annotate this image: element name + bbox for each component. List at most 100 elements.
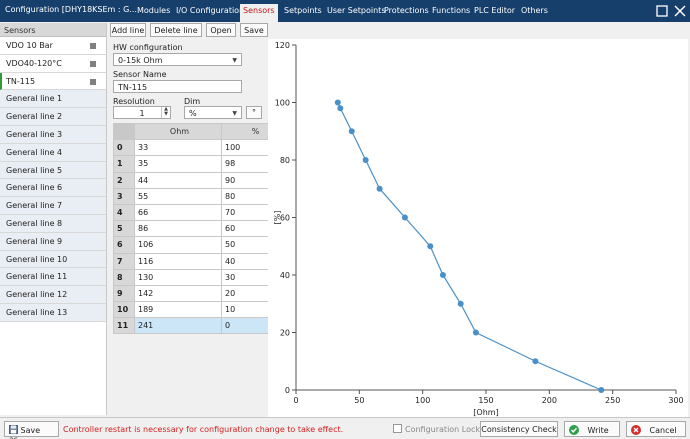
row-index: 5 xyxy=(113,220,135,238)
row-index: 11 xyxy=(113,317,135,335)
sidebar-item-general-line-5[interactable]: General line 5 xyxy=(0,161,106,180)
sidebar-item-general-line-10[interactable]: General line 10 xyxy=(0,250,106,269)
ohm-cell[interactable]: 33 xyxy=(134,139,222,157)
sidebar-item-general-line-12[interactable]: General line 12 xyxy=(0,286,106,304)
row-index: 2 xyxy=(113,171,135,189)
data-point xyxy=(348,128,355,135)
data-point xyxy=(427,243,434,250)
title-bar: Configuration [DHY18KSEm : G... Modules … xyxy=(0,0,690,22)
ohm-cell[interactable]: 55 xyxy=(134,187,222,205)
open-button[interactable]: Open xyxy=(206,23,236,37)
table-row[interactable]: 11 241 0 xyxy=(113,317,287,335)
y-tick-label: 0 xyxy=(285,386,290,395)
spin-arrows-icon[interactable]: ▲ ▼ xyxy=(161,107,170,118)
sidebar-item-general-line-11[interactable]: General line 11 xyxy=(0,268,106,287)
tab-protections[interactable]: Protections xyxy=(384,6,429,15)
sidebar-item-label: General line 10 xyxy=(6,254,68,264)
sidebar-item-general-line-1[interactable]: General line 1 xyxy=(0,90,106,109)
sidebar-item-general-line-9[interactable]: General line 9 xyxy=(0,232,106,251)
write-label: Write xyxy=(587,426,609,435)
ohm-cell[interactable]: 44 xyxy=(134,171,222,189)
ohm-cell[interactable]: 66 xyxy=(134,203,222,222)
table-row[interactable]: 2 44 90 xyxy=(113,171,287,189)
table-row[interactable]: 10 189 10 xyxy=(113,301,287,319)
degree-button[interactable]: ° xyxy=(246,106,262,119)
cancel-button[interactable]: Cancel xyxy=(626,421,686,437)
y-tick-label: 20 xyxy=(280,329,290,338)
square-icon xyxy=(90,43,96,49)
table-row[interactable]: 3 55 80 xyxy=(113,187,287,205)
table-row[interactable]: 5 86 60 xyxy=(113,220,287,238)
row-index: 8 xyxy=(113,268,135,286)
save-as-button[interactable]: Save as... xyxy=(4,421,59,439)
data-point xyxy=(439,272,446,278)
sidebar-item-general-line-4[interactable]: General line 4 xyxy=(0,143,106,162)
chart-background xyxy=(268,39,688,420)
sidebar-item-general-line-8[interactable]: General line 8 xyxy=(0,214,106,233)
sidebar-item-label: VDO40-120°C xyxy=(6,58,62,68)
sidebar-item-label: General line 12 xyxy=(6,290,68,300)
hw-configuration-select[interactable]: 0-15k Ohm ▼ xyxy=(113,53,242,66)
ohm-cell[interactable]: 130 xyxy=(134,268,222,286)
delete-line-button[interactable]: Delete line xyxy=(150,23,202,37)
table-row[interactable]: 7 116 40 xyxy=(113,252,287,270)
tab-modules[interactable]: Modules xyxy=(137,6,170,15)
tab-setpoints[interactable]: Setpoints xyxy=(284,6,322,15)
table-row[interactable]: 8 130 30 xyxy=(113,268,287,286)
row-index: 10 xyxy=(113,301,135,319)
sidebar-item-label: General line 8 xyxy=(6,218,63,228)
row-index: 6 xyxy=(113,236,135,254)
ohm-cell[interactable]: 106 xyxy=(134,236,222,254)
x-tick-label: 200 xyxy=(542,396,557,405)
close-icon[interactable] xyxy=(673,4,687,18)
table-row[interactable]: 4 66 70 xyxy=(113,203,287,222)
sidebar-item-tn-115[interactable]: TN-115 xyxy=(0,72,106,91)
table-row[interactable]: 9 142 20 xyxy=(113,284,287,303)
save-button[interactable]: Save xyxy=(240,23,268,37)
sidebar-item-vdo40-120c[interactable]: VDO40-120°C xyxy=(0,54,106,73)
add-line-button[interactable]: Add line xyxy=(110,23,146,37)
ohm-cell[interactable]: 142 xyxy=(134,284,222,303)
data-point xyxy=(337,105,344,112)
maximize-icon[interactable] xyxy=(655,4,669,18)
sidebar-item-general-line-7[interactable]: General line 7 xyxy=(0,197,106,215)
tab-plc-editor[interactable]: PLC Editor xyxy=(474,6,515,15)
data-point xyxy=(401,214,408,221)
row-index: 1 xyxy=(113,155,135,173)
ohm-cell[interactable]: 35 xyxy=(134,155,222,173)
sidebar-item-general-line-2[interactable]: General line 2 xyxy=(0,108,106,126)
dim-select[interactable]: % ▼ xyxy=(184,106,242,119)
ohm-cell[interactable]: 116 xyxy=(134,252,222,270)
sidebar-item-general-line-6[interactable]: General line 6 xyxy=(0,179,106,198)
tab-functions[interactable]: Functions xyxy=(432,6,470,15)
sidebar-item-vdo-10-bar[interactable]: VDO 10 Bar xyxy=(0,37,106,55)
ohm-cell[interactable]: 86 xyxy=(134,220,222,238)
sidebar-item-label: General line 2 xyxy=(6,112,63,122)
data-point xyxy=(472,329,479,336)
configuration-lock-checkbox[interactable] xyxy=(393,424,402,433)
ohm-cell[interactable]: 189 xyxy=(134,301,222,319)
resolution-label: Resolution xyxy=(113,97,155,106)
sidebar-item-general-line-3[interactable]: General line 3 xyxy=(0,125,106,144)
tab-others[interactable]: Others xyxy=(521,6,548,15)
sensor-list: Sensors VDO 10 Bar VDO40-120°C TN-115 Ge… xyxy=(0,23,107,415)
sidebar-item-label: General line 7 xyxy=(6,201,63,211)
tab-io-configuration[interactable]: I/O Configuration xyxy=(176,6,244,15)
table-row[interactable]: 6 106 50 xyxy=(113,236,287,254)
ohm-cell[interactable]: 241 xyxy=(134,317,222,335)
consistency-check-button[interactable]: Consistency Check xyxy=(480,421,558,437)
row-index: 7 xyxy=(113,252,135,270)
sidebar-item-general-line-13[interactable]: General line 13 xyxy=(0,303,106,322)
resolution-stepper[interactable]: 1 ▲ ▼ xyxy=(113,106,171,119)
write-button[interactable]: Write xyxy=(564,421,620,437)
status-bar: Save as... Controller restart is necessa… xyxy=(0,417,690,439)
table-row[interactable]: 1 35 98 xyxy=(113,155,287,173)
tab-sensors[interactable]: Sensors xyxy=(240,4,278,22)
sensor-name-field[interactable]: TN-115 xyxy=(113,80,242,93)
data-point xyxy=(334,99,341,106)
column-header-ohm[interactable]: Ohm xyxy=(134,122,222,141)
sidebar-item-label: General line 9 xyxy=(6,236,63,246)
dim-value: % xyxy=(189,109,197,118)
tab-user-setpoints[interactable]: User Setpoints xyxy=(327,6,385,15)
table-row[interactable]: 0 33 100 xyxy=(113,139,287,157)
